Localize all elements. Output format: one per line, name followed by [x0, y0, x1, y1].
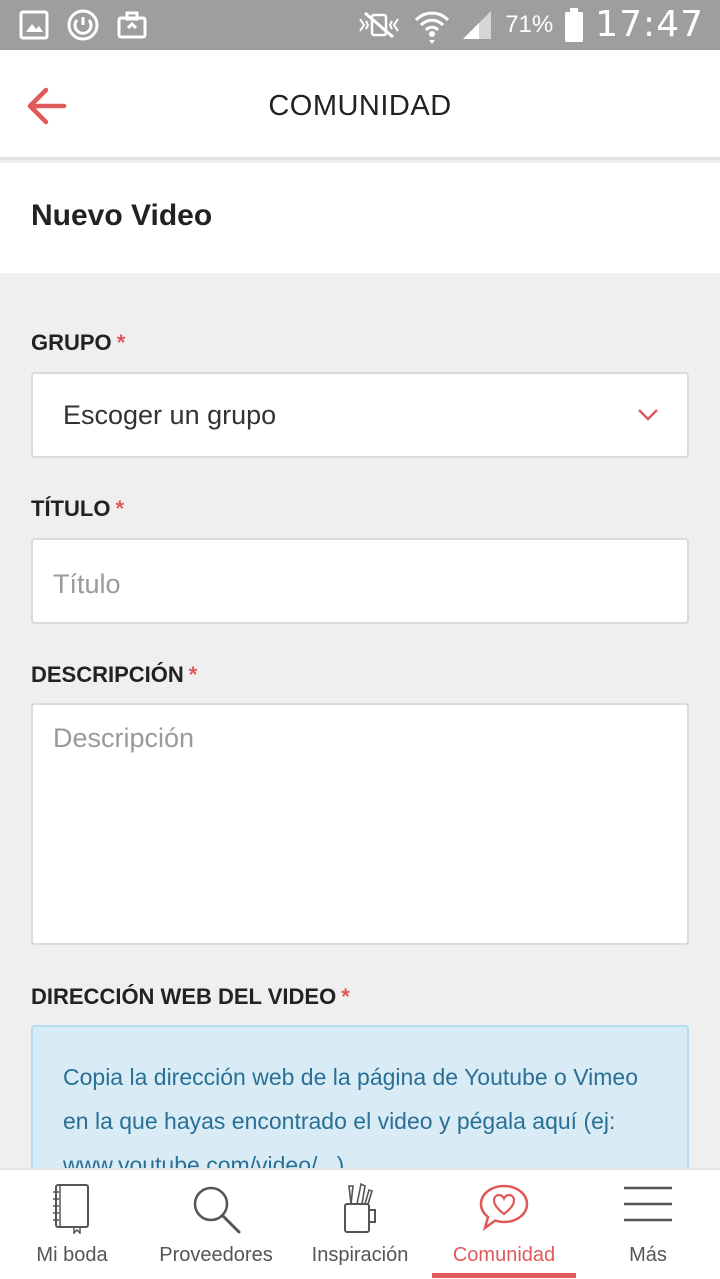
required-mark: * [188, 662, 198, 687]
group-select-value: Escoger un grupo [63, 400, 277, 430]
heart-chat-icon [479, 1184, 529, 1232]
nav-item-comunidad[interactable]: Comunidad [432, 1170, 576, 1279]
app-bar: COMUNIDAD [0, 50, 720, 160]
active-tab-indicator [432, 1273, 576, 1278]
chevron-down-icon [638, 409, 658, 421]
nav-label: Mi boda [36, 1244, 108, 1266]
title-placeholder: Título [53, 569, 121, 599]
video-url-label: DIRECCIÓN WEB DEL VIDEO * [31, 984, 350, 1009]
clock-time: 17:47 [595, 4, 704, 45]
app-bar-title: COMUNIDAD [268, 90, 452, 122]
group-label: GRUPO * [31, 330, 126, 355]
signal-icon [461, 9, 495, 41]
status-bar: 71% 17:47 [0, 0, 720, 50]
nav-label: Más [629, 1244, 667, 1266]
nav-item-inspiracion[interactable]: Inspiración [288, 1170, 432, 1279]
notebook-icon [53, 1184, 89, 1234]
battery-percent: 71% [505, 10, 554, 38]
gallery-icon [18, 9, 50, 41]
battery-icon [563, 7, 585, 43]
page-header: Nuevo Video [0, 163, 720, 273]
nav-item-mas[interactable]: Más [576, 1170, 720, 1279]
group-select[interactable]: Escoger un grupo [31, 372, 689, 458]
briefcase-icon [116, 9, 148, 41]
menu-icon [624, 1186, 672, 1222]
title-input[interactable]: Título [31, 538, 689, 624]
search-icon [193, 1186, 241, 1234]
pencil-cup-icon [344, 1182, 376, 1233]
bottom-nav: Mi boda Proveedores Inspiración Comunida… [0, 1168, 720, 1279]
wifi-icon [413, 6, 451, 44]
required-mark: * [116, 330, 126, 355]
power-icon [66, 8, 100, 42]
nav-item-mi-boda[interactable]: Mi boda [0, 1170, 144, 1279]
title-label: TÍTULO * [31, 496, 124, 521]
description-textarea[interactable]: Descripción [31, 703, 689, 945]
required-mark: * [115, 496, 124, 521]
required-mark: * [341, 984, 350, 1009]
description-label: DESCRIPCIÓN * [31, 662, 198, 687]
description-placeholder: Descripción [53, 723, 195, 753]
nav-item-proveedores[interactable]: Proveedores [144, 1170, 288, 1279]
nav-label: Inspiración [311, 1244, 409, 1266]
page-title: Nuevo Video [31, 199, 213, 232]
video-url-info-box: Copia la dirección web de la página de Y… [31, 1025, 689, 1185]
nav-label: Comunidad [452, 1244, 556, 1266]
mute-vibrate-icon [355, 9, 403, 41]
nav-label: Proveedores [159, 1244, 273, 1266]
